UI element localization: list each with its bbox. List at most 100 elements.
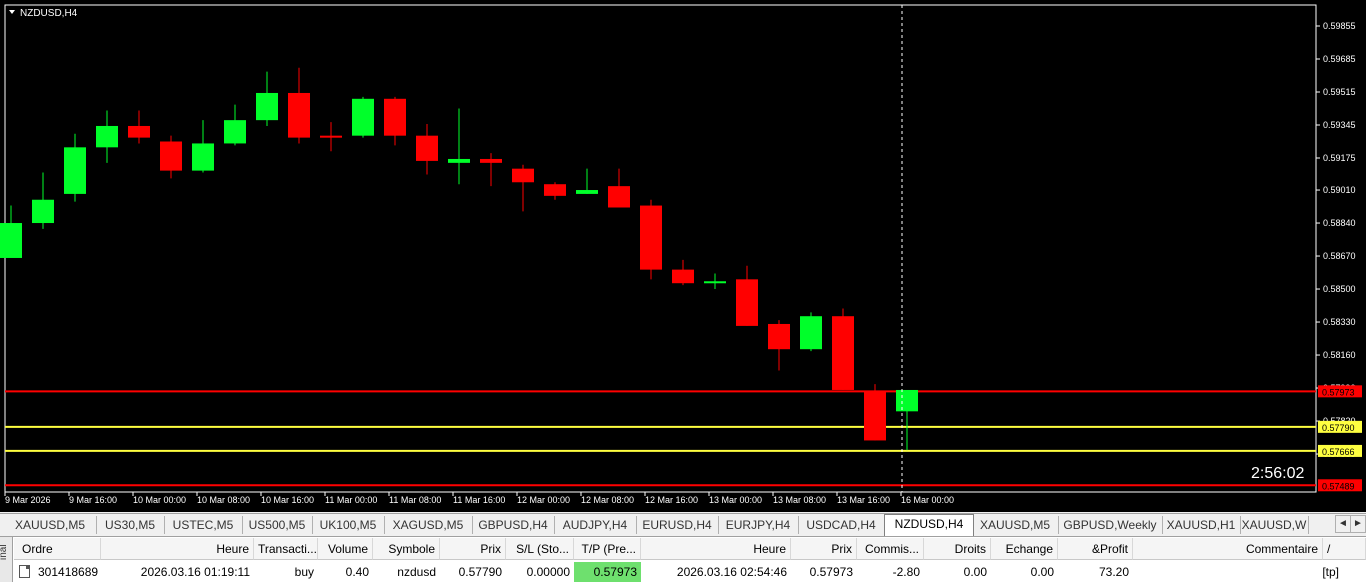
tab-eurusd-h4[interactable]: EURUSD,H4	[636, 516, 719, 534]
tab-uk100-m5[interactable]: UK100,M5	[312, 516, 385, 534]
candle-body[interactable]	[672, 269, 694, 284]
price-tag-label: 0.57973	[1322, 387, 1355, 397]
cell-ordre[interactable]: 301418689	[34, 562, 104, 582]
tab-xauusd-m5[interactable]: XAUUSD,M5	[4, 516, 97, 534]
price-tick-label: 0.58160	[1323, 350, 1356, 360]
tab-xagusd-m5[interactable]: XAGUSD,M5	[384, 516, 473, 534]
tab-gbpusd-h4[interactable]: GBPUSD,H4	[472, 516, 555, 534]
candle-body[interactable]	[0, 223, 22, 258]
col-header-profit[interactable]: &Profit	[1058, 538, 1133, 560]
time-tick-label: 11 Mar 00:00	[325, 495, 377, 505]
candle-body[interactable]	[192, 143, 214, 171]
time-tick-label: 12 Mar 16:00	[645, 495, 698, 505]
candle-body[interactable]	[416, 135, 438, 161]
tab-nzdusd-h4[interactable]: NZDUSD,H4	[884, 514, 974, 536]
tab-us500-m5[interactable]: US500,M5	[242, 516, 313, 534]
candle-body[interactable]	[864, 391, 886, 441]
candle-body[interactable]	[256, 92, 278, 121]
candle-body[interactable]	[576, 190, 598, 194]
tab-us30-m5[interactable]: US30,M5	[96, 516, 165, 534]
cell-transaction[interactable]: buy	[254, 562, 318, 582]
tab-xauusd-h1[interactable]: XAUUSD,H1	[1162, 516, 1241, 534]
price-tag-label: 0.57790	[1322, 423, 1355, 433]
col-header-volume[interactable]: Volume	[318, 538, 373, 560]
cell-heure-close[interactable]: 2026.03.16 02:54:46	[641, 562, 791, 582]
price-tick-label: 0.58670	[1323, 251, 1356, 261]
col-header-take-profit[interactable]: T/P (Pre...	[574, 538, 641, 560]
col-header-heure-close[interactable]: Heure	[641, 538, 791, 560]
cell-volume[interactable]: 0.40	[318, 562, 373, 582]
candle-body[interactable]	[288, 92, 310, 138]
time-tick-label: 12 Mar 08:00	[581, 495, 634, 505]
col-header-heure-open[interactable]: Heure	[101, 538, 254, 560]
col-header-ordre[interactable]: Ordre	[14, 538, 101, 560]
col-header-echange[interactable]: Echange	[991, 538, 1058, 560]
candle-body[interactable]	[832, 316, 854, 390]
col-header-commentaire[interactable]: Commentaire	[1133, 538, 1323, 560]
candle-body[interactable]	[736, 279, 758, 326]
tab-xauusd-w[interactable]: XAUUSD,W	[1240, 516, 1309, 534]
cell-profit[interactable]: 73.20	[1058, 562, 1133, 582]
cell-take-profit[interactable]: 0.57973	[574, 562, 641, 582]
tab-xauusd-m5[interactable]: XAUUSD,M5	[972, 516, 1059, 534]
cell-prix-open[interactable]: 0.57790	[440, 562, 506, 582]
col-header-droits[interactable]: Droits	[924, 538, 991, 560]
tab-scroll-right-button[interactable]: ►	[1350, 515, 1366, 533]
candle-body[interactable]	[352, 98, 374, 136]
candle-body[interactable]	[800, 316, 822, 350]
symbol-menu-triangle-icon[interactable]	[9, 10, 15, 14]
candle-body[interactable]	[768, 323, 790, 350]
tab-eurjpy-h4[interactable]: EURJPY,H4	[718, 516, 799, 534]
tab-gbpusd-weekly[interactable]: GBPUSD,Weekly	[1058, 516, 1163, 534]
col-header-prix-open[interactable]: Prix	[440, 538, 506, 560]
candle-body[interactable]	[608, 186, 630, 208]
time-tick-label: 16 Mar 00:00	[901, 495, 954, 505]
price-chart[interactable]: NZDUSD,H4 0.59855 0.59685 0.59515 0.59345 0.5…	[0, 0, 1366, 512]
candle-body[interactable]	[128, 125, 150, 138]
time-tick-label: 13 Mar 00:00	[709, 495, 762, 505]
candle-body[interactable]	[896, 389, 918, 412]
col-header-extra[interactable]: /	[1323, 538, 1366, 560]
candle-body[interactable]	[704, 281, 726, 284]
candle-body[interactable]	[64, 147, 86, 194]
candle-body[interactable]	[480, 158, 502, 163]
candle-body[interactable]	[512, 168, 534, 183]
cell-commission[interactable]: -2.80	[857, 562, 924, 582]
price-tag-label: 0.57666	[1322, 447, 1355, 457]
col-header-symbole[interactable]: Symbole	[373, 538, 440, 560]
symbol-label: NZDUSD,H4	[20, 8, 78, 19]
col-header-commission[interactable]: Commis...	[857, 538, 924, 560]
candle-body[interactable]	[640, 205, 662, 270]
tab-scroll-left-button[interactable]: ◄	[1335, 515, 1351, 533]
price-tick-label: 0.59855	[1323, 21, 1356, 31]
chart-tab-bar: XAUUSD,M5 US30,M5 USTEC,M5 US500,M5 UK100,M5…	[0, 513, 1366, 537]
tab-usdcad-h4[interactable]: USDCAD,H4	[798, 516, 885, 534]
price-tag-label: 0.57489	[1322, 481, 1355, 491]
candle-body[interactable]	[160, 141, 182, 171]
candle-body[interactable]	[544, 184, 566, 196]
candle-body[interactable]	[32, 199, 54, 224]
cell-echange[interactable]: 0.00	[991, 562, 1058, 582]
time-tick-label: 13 Mar 16:00	[837, 495, 890, 505]
candle-body[interactable]	[384, 98, 406, 136]
cell-commentaire[interactable]: [tp]	[1133, 562, 1343, 582]
candle-body[interactable]	[320, 135, 342, 138]
order-document-icon	[19, 565, 30, 578]
col-header-transaction[interactable]: Transacti...	[254, 538, 318, 560]
time-tick-label: 9 Mar 16:00	[69, 495, 117, 505]
price-tick-label: 0.59175	[1323, 153, 1356, 163]
price-tick-label: 0.58840	[1323, 218, 1356, 228]
cell-heure-open[interactable]: 2026.03.16 01:19:11	[101, 562, 254, 582]
cell-stop-loss[interactable]: 0.00000	[506, 562, 574, 582]
cell-symbole[interactable]: nzdusd	[373, 562, 440, 582]
candlestick-chart[interactable]: NZDUSD,H4 0.59855 0.59685 0.59515 0.59345 0.5…	[0, 0, 1366, 512]
cell-prix-close[interactable]: 0.57973	[791, 562, 857, 582]
col-header-prix-close[interactable]: Prix	[791, 538, 857, 560]
cell-droits[interactable]: 0.00	[924, 562, 991, 582]
candle-body[interactable]	[448, 158, 470, 163]
col-header-stop-loss[interactable]: S/L (Sto...	[506, 538, 574, 560]
tab-audjpy-h4[interactable]: AUDJPY,H4	[554, 516, 637, 534]
candle-body[interactable]	[96, 125, 118, 148]
candle-body[interactable]	[224, 120, 246, 144]
tab-ustec-m5[interactable]: USTEC,M5	[164, 516, 243, 534]
